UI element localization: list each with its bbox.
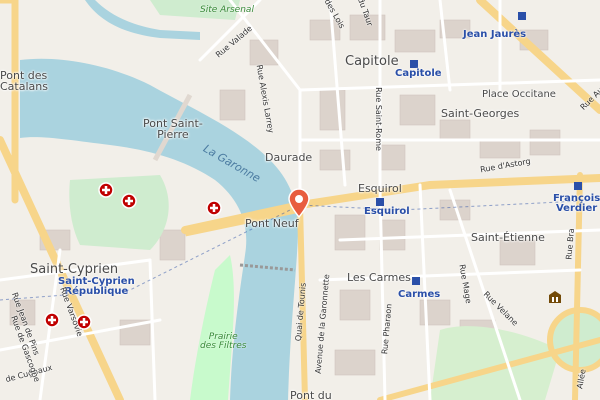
hospital-icon[interactable] [76,314,92,330]
map-view[interactable]: Capitole Pont Saint- Pierre Daurade Esqu… [0,0,600,400]
hospital-icon[interactable] [206,200,222,216]
museum-icon[interactable] [548,290,562,304]
hospital-icon[interactable] [121,193,137,209]
metro-station-icon[interactable] [410,60,418,68]
metro-station-icon[interactable] [376,198,384,206]
location-pin-icon[interactable] [287,188,311,218]
park-west-bank [69,175,169,250]
metro-station-icon[interactable] [518,12,526,20]
hospital-icon[interactable] [98,182,114,198]
hospital-icon[interactable] [44,312,60,328]
metro-station-icon[interactable] [574,182,582,190]
metro-station-icon[interactable] [412,277,420,285]
